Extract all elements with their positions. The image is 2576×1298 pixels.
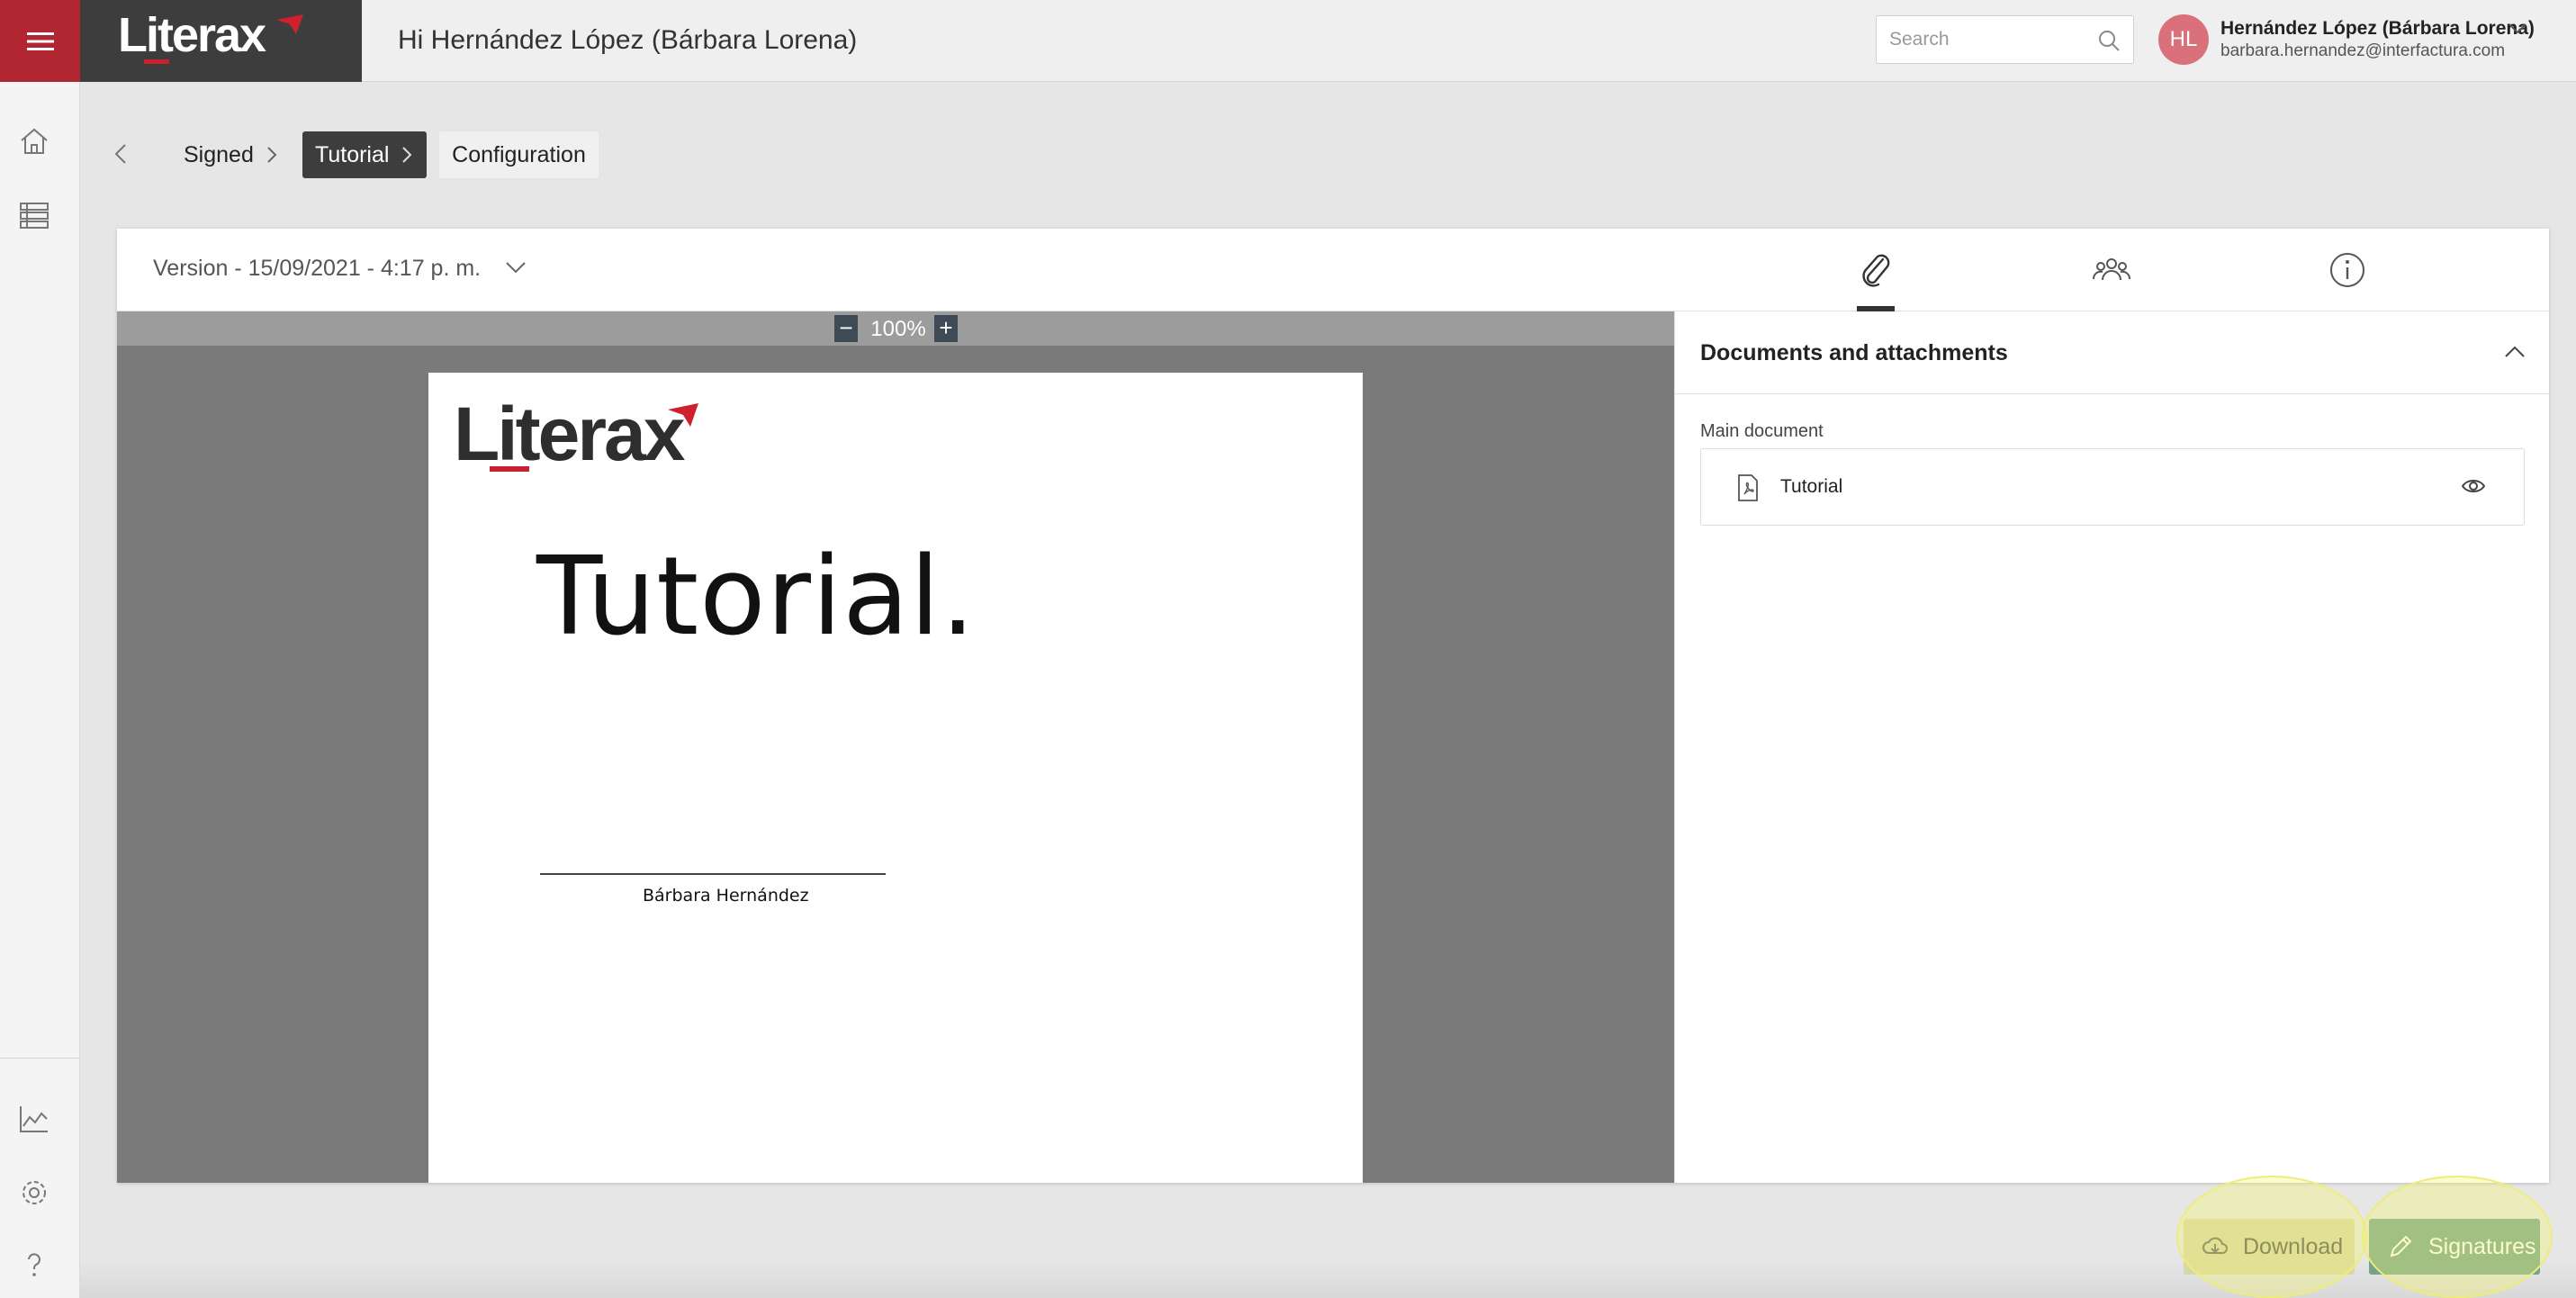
- search-input[interactable]: [1889, 27, 2087, 52]
- chevron-right-icon: [402, 147, 412, 163]
- page-logo-underline: [490, 466, 529, 472]
- breadcrumb-signed[interactable]: Signed: [171, 131, 290, 178]
- sidebar: [0, 82, 80, 1298]
- tab-attachments[interactable]: [1849, 245, 1903, 295]
- download-label: Download: [2243, 1233, 2344, 1259]
- brand-name: Literax: [118, 8, 266, 62]
- tab-info[interactable]: [2320, 245, 2374, 295]
- brand-underline: [144, 59, 169, 64]
- help-icon[interactable]: [18, 1248, 50, 1281]
- card-header: Version - 15/09/2021 - 4:17 p. m.: [117, 229, 2549, 311]
- breadcrumb-configuration[interactable]: Configuration: [439, 131, 599, 178]
- document-row[interactable]: Tutorial: [1700, 448, 2525, 526]
- home-icon[interactable]: [18, 125, 50, 158]
- breadcrumb-signed-label: Signed: [184, 141, 254, 167]
- signer-name: Bárbara Hernández: [643, 886, 809, 906]
- search-box: [1876, 15, 2134, 64]
- greeting-text: Hi Hernández López (Bárbara Lorena): [398, 25, 858, 55]
- document-viewer[interactable]: − 100% + Literax Tutorial. Bárbara Herná…: [117, 311, 1674, 1183]
- gear-icon[interactable]: [18, 1176, 50, 1209]
- cloud-download-icon: [2202, 1237, 2228, 1254]
- signature-line: [540, 873, 886, 875]
- panel-header[interactable]: Documents and attachments: [1675, 311, 2550, 394]
- document-title: Tutorial.: [536, 535, 977, 660]
- avatar[interactable]: HL: [2158, 14, 2209, 65]
- sidebar-divider: [0, 1058, 80, 1059]
- chevron-down-icon[interactable]: [504, 259, 527, 275]
- list-icon[interactable]: [18, 199, 50, 231]
- hamburger-menu-button[interactable]: [0, 0, 80, 82]
- brand-flag-icon: [276, 14, 303, 34]
- version-selector[interactable]: Version - 15/09/2021 - 4:17 p. m.: [153, 256, 481, 282]
- pdf-file-icon: [1738, 474, 1758, 501]
- eye-icon[interactable]: [2461, 476, 2486, 496]
- chevron-up-icon[interactable]: [2503, 344, 2526, 360]
- panel-title: Documents and attachments: [1700, 340, 2008, 365]
- user-name[interactable]: Hernández López (Bárbara Lorena): [2220, 18, 2535, 40]
- zoom-bar: − 100% +: [117, 311, 1674, 346]
- info-icon: [2330, 253, 2364, 287]
- document-card: Version - 15/09/2021 - 4:17 p. m. − 100%…: [117, 229, 2550, 1183]
- hamburger-icon: [26, 32, 54, 50]
- download-button[interactable]: Download: [2184, 1219, 2355, 1275]
- pencil-icon: [2390, 1235, 2412, 1257]
- chevron-right-icon: [267, 147, 277, 163]
- signatures-label: Signatures: [2428, 1233, 2536, 1259]
- breadcrumb-tutorial-label: Tutorial: [315, 141, 390, 167]
- user-email: barbara.hernandez@interfactura.com: [2220, 41, 2506, 60]
- page-logo: Literax: [454, 392, 685, 476]
- document-page: Literax Tutorial. Bárbara Hernández: [428, 373, 1363, 1183]
- paperclip-icon: [1862, 254, 1890, 287]
- breadcrumb-tutorial[interactable]: Tutorial: [302, 131, 427, 178]
- chart-icon[interactable]: [18, 1103, 50, 1135]
- people-icon: [2093, 258, 2130, 281]
- zoom-level: 100%: [870, 317, 926, 341]
- chevron-down-icon[interactable]: [2508, 22, 2527, 36]
- signatures-button[interactable]: Signatures: [2369, 1219, 2540, 1275]
- brand-logo[interactable]: Literax: [80, 0, 362, 82]
- zoom-out-button[interactable]: −: [834, 315, 858, 342]
- main-document-label: Main document: [1700, 421, 1824, 441]
- back-chevron-icon[interactable]: [112, 142, 130, 166]
- page-logo-flag-icon: [668, 403, 698, 427]
- top-bar: Literax Hi Hernández López (Bárbara Lore…: [0, 0, 2576, 82]
- attachments-panel: Documents and attachments Main document …: [1674, 311, 2550, 1183]
- zoom-in-button[interactable]: +: [934, 315, 958, 342]
- tab-participants[interactable]: [2085, 245, 2139, 295]
- search-icon[interactable]: [2097, 29, 2121, 52]
- document-name: Tutorial: [1780, 476, 1843, 497]
